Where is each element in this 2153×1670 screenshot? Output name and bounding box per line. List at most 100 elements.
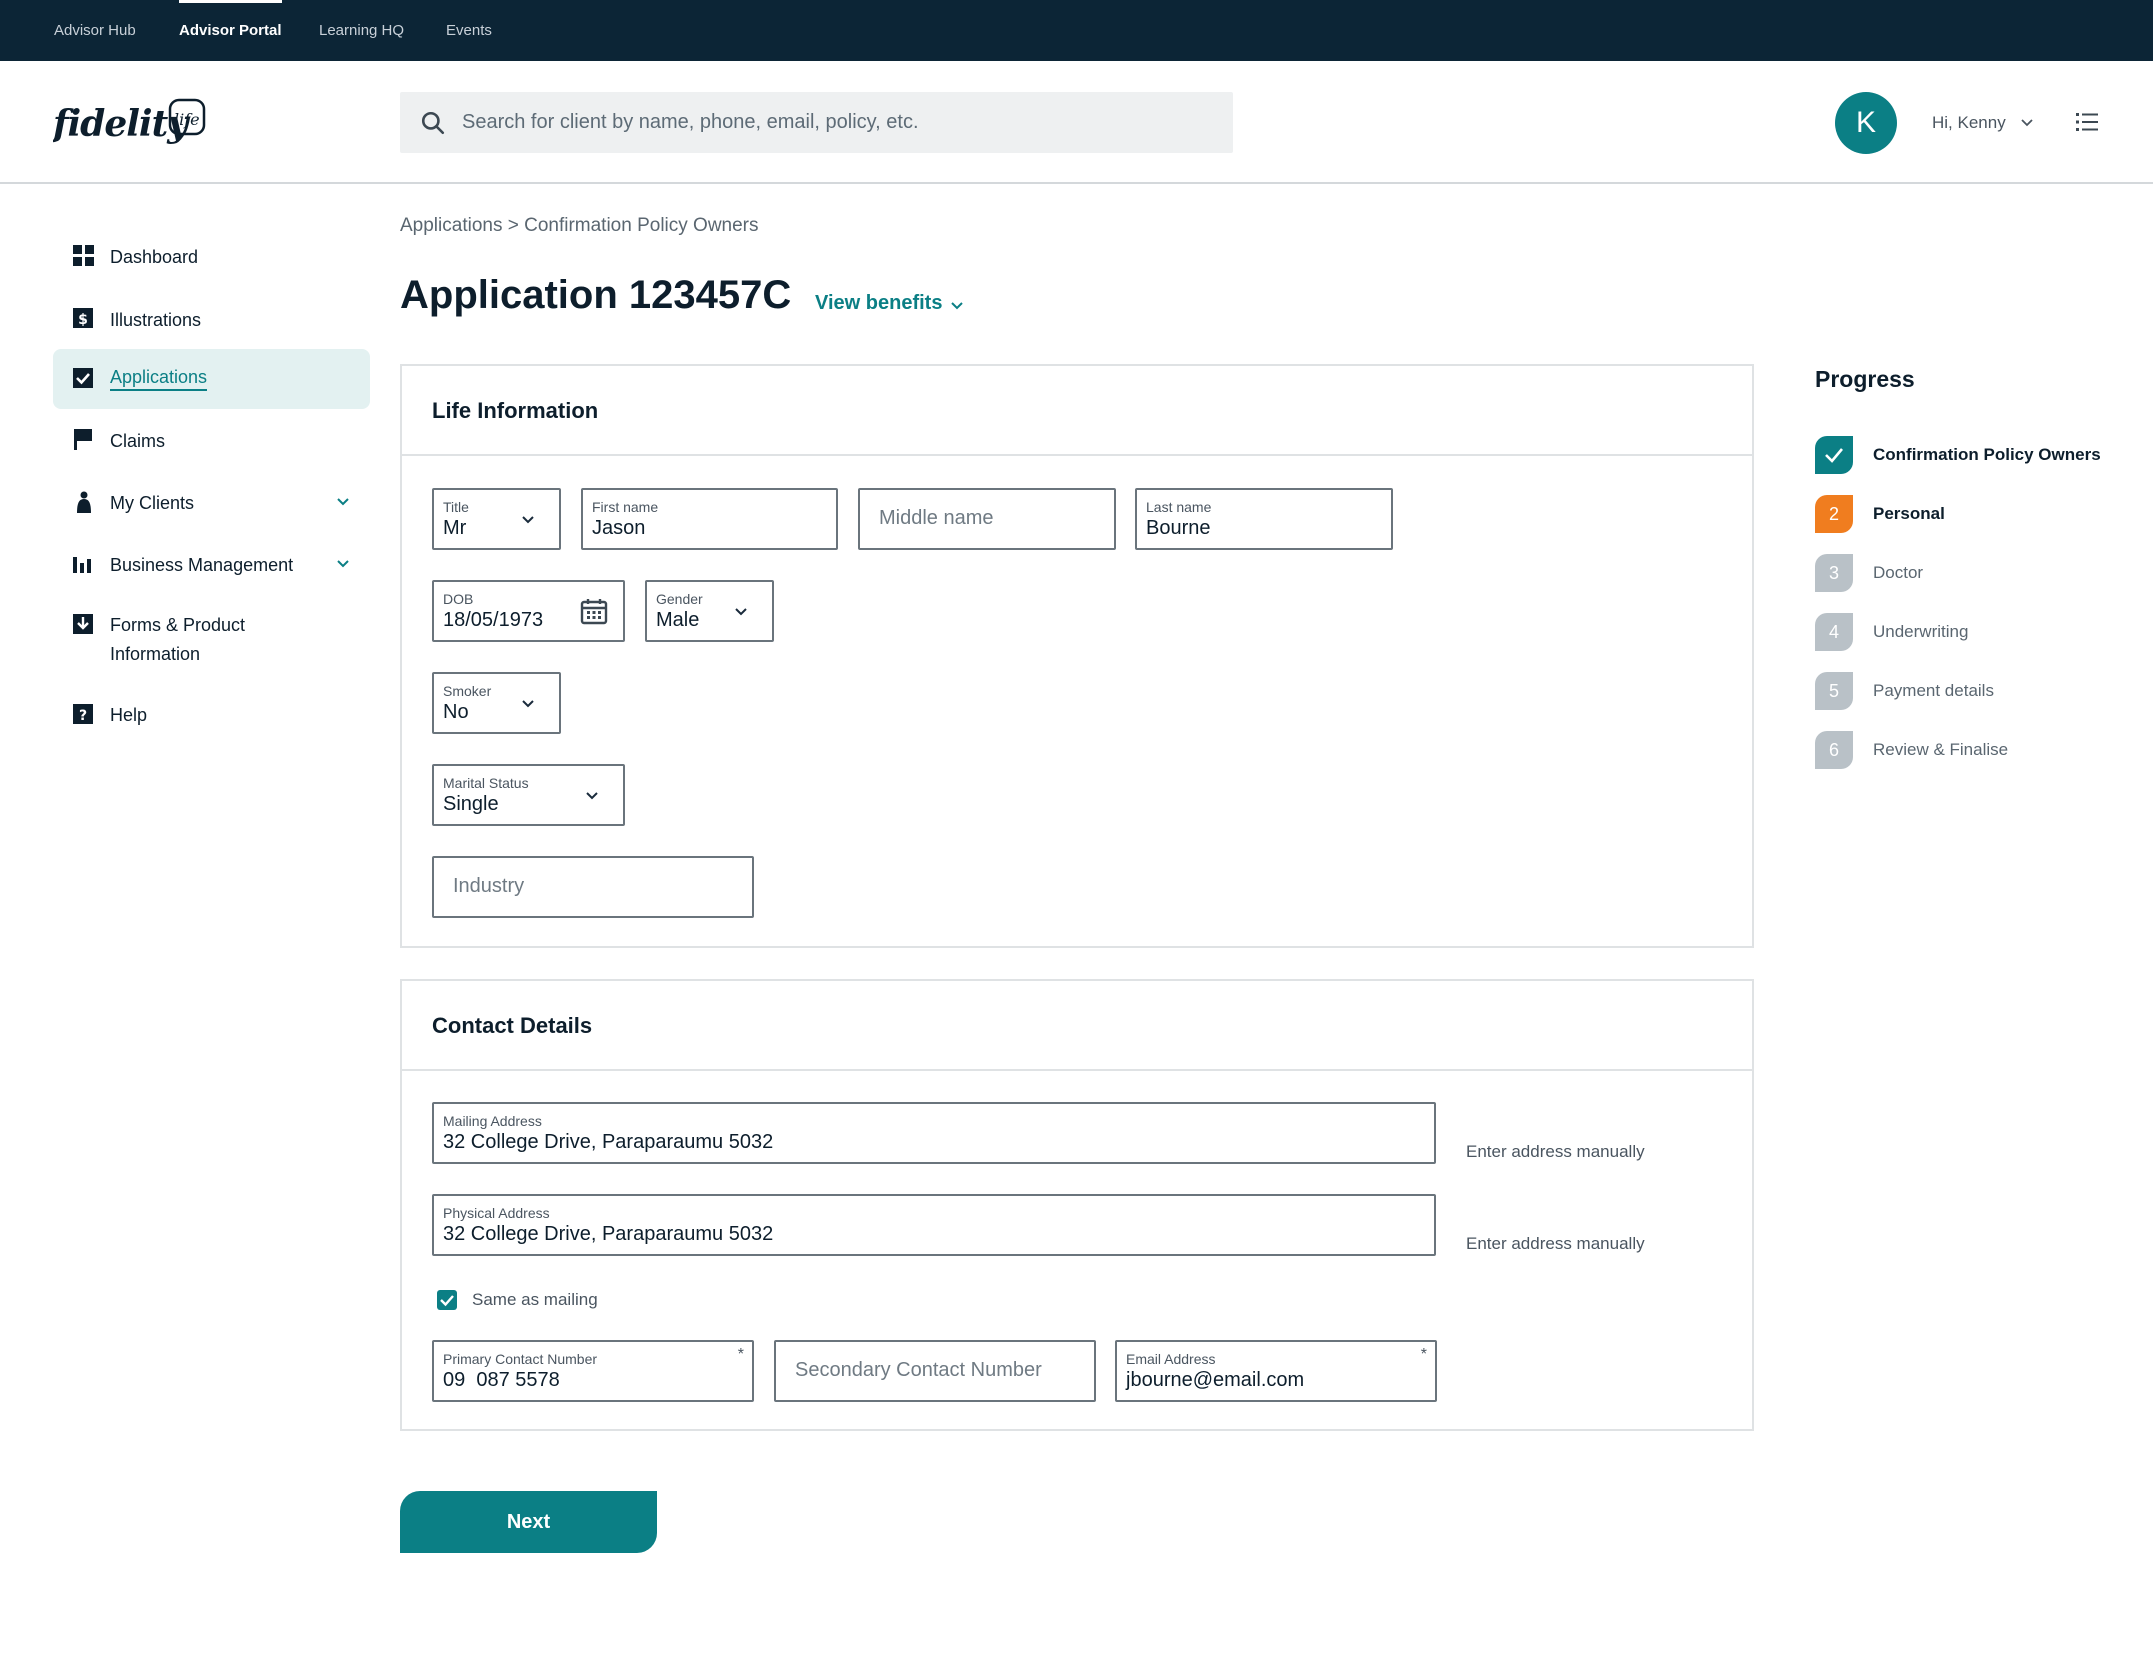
field-label: Gender xyxy=(656,591,703,607)
progress-step-underwriting[interactable]: 4 Underwriting xyxy=(1815,613,2135,653)
sidebar-item-label: My Clients xyxy=(110,493,195,513)
progress-step-payment-details[interactable]: 5 Payment details xyxy=(1815,672,2135,712)
email-address-field[interactable]: Email Address jbourne@email.com * xyxy=(1115,1340,1437,1402)
field-value: 32 College Drive, Paraparaumu 5032 xyxy=(443,1131,774,1153)
flag-icon xyxy=(74,429,92,450)
sidebar-item-dashboard[interactable]: Dashboard xyxy=(53,230,370,290)
person-icon xyxy=(77,491,91,513)
step-badge: 3 xyxy=(1815,554,1853,592)
same-as-mailing-label[interactable]: Same as mailing xyxy=(472,1290,598,1310)
menu-list-icon[interactable] xyxy=(2075,110,2099,134)
gender-select[interactable]: Gender Male xyxy=(645,580,774,642)
tab-learning-hq[interactable]: Learning HQ xyxy=(319,0,404,61)
top-nav: Advisor Hub Advisor Portal Learning HQ E… xyxy=(0,0,2153,61)
sidebar-item-applications[interactable]: Applications xyxy=(53,349,370,409)
field-label: Mailing Address xyxy=(443,1113,542,1129)
secondary-contact-number-field[interactable]: Secondary Contact Number xyxy=(774,1340,1096,1402)
breadcrumb[interactable]: Applications > Confirmation Policy Owner… xyxy=(400,215,759,237)
industry-field[interactable]: Industry xyxy=(432,856,754,918)
sidebar-item-illustrations[interactable]: $ Illustrations xyxy=(53,291,370,351)
sidebar-item-label: Forms & Product xyxy=(110,615,246,635)
chevron-down-icon[interactable] xyxy=(336,557,350,571)
field-label: Email Address xyxy=(1126,1351,1216,1367)
calendar-icon[interactable] xyxy=(580,597,608,625)
sidebar-item-label: Help xyxy=(110,705,148,725)
field-value: Single xyxy=(443,793,499,815)
smoker-select[interactable]: Smoker No xyxy=(432,672,561,734)
dob-field[interactable]: DOB 18/05/1973 xyxy=(432,580,625,642)
step-label: Doctor xyxy=(1873,563,1924,582)
step-label: Confirmation Policy Owners xyxy=(1873,445,2101,464)
primary-contact-number-field[interactable]: Primary Contact Number 09 087 5578 * xyxy=(432,1340,754,1402)
sidebar-item-forms-product-information[interactable]: Forms & Product Information xyxy=(53,596,370,676)
step-label: Payment details xyxy=(1873,681,1994,700)
title-select[interactable]: Title Mr xyxy=(432,488,561,550)
field-value: Mr xyxy=(443,517,467,539)
sidebar-item-claims[interactable]: Claims xyxy=(53,411,370,471)
field-value: 09 087 5578 xyxy=(443,1369,560,1391)
sidebar-item-label: Claims xyxy=(110,431,166,451)
tab-advisor-hub[interactable]: Advisor Hub xyxy=(54,0,136,61)
same-as-mailing-checkbox[interactable] xyxy=(437,1290,457,1310)
sidebar-item-business-management[interactable]: Business Management xyxy=(53,535,370,595)
field-label: DOB xyxy=(443,591,474,607)
check-icon xyxy=(1825,448,1843,463)
field-label: Title xyxy=(443,499,469,515)
search-input[interactable] xyxy=(462,92,1212,153)
middle-name-field[interactable]: Middle name xyxy=(858,488,1116,550)
field-label: Smoker xyxy=(443,683,492,699)
tab-advisor-portal[interactable]: Advisor Portal xyxy=(179,0,282,61)
field-label: First name xyxy=(592,499,659,515)
physical-address-field[interactable]: Physical Address 32 College Drive, Parap… xyxy=(432,1194,1436,1256)
avatar[interactable]: K xyxy=(1835,92,1897,154)
sidebar-item-help[interactable]: ? Help xyxy=(53,692,370,752)
contact-details-card: Contact Details Mailing Address 32 Colle… xyxy=(400,979,1754,1431)
card-title: Contact Details xyxy=(432,1013,593,1038)
chevron-down-icon xyxy=(586,792,598,800)
dashboard-icon xyxy=(73,245,94,266)
user-greeting[interactable]: Hi, Kenny xyxy=(1932,113,2006,133)
required-marker: * xyxy=(1420,1346,1427,1363)
svg-text:$: $ xyxy=(78,312,88,328)
step-label: Review & Finalise xyxy=(1873,740,2009,759)
chevron-down-icon xyxy=(522,516,534,524)
enter-address-manually-link[interactable]: Enter address manually xyxy=(1466,1142,1645,1162)
view-benefits-link[interactable]: View benefits xyxy=(815,292,942,315)
card-header: Contact Details xyxy=(402,981,1752,1071)
client-search xyxy=(400,92,1233,153)
next-button[interactable]: Next xyxy=(400,1491,657,1553)
first-name-field[interactable]: First name Jason xyxy=(581,488,838,550)
step-badge: 6 xyxy=(1815,731,1853,769)
step-label: Underwriting xyxy=(1873,622,1969,641)
step-label: Personal xyxy=(1873,504,1945,523)
checkbox-icon xyxy=(73,368,93,388)
enter-address-manually-link[interactable]: Enter address manually xyxy=(1466,1234,1645,1254)
field-value: 18/05/1973 xyxy=(443,609,544,631)
progress-step-doctor[interactable]: 3 Doctor xyxy=(1815,554,2135,594)
header: fidelity life K Hi, Kenny xyxy=(0,61,2153,184)
sidebar-item-label: Business Management xyxy=(110,555,294,575)
progress-step-confirmation-policy-owners[interactable]: Confirmation Policy Owners xyxy=(1815,436,2135,476)
sidebar-item-my-clients[interactable]: My Clients xyxy=(53,473,370,533)
chevron-down-icon xyxy=(735,608,747,616)
step-badge: 4 xyxy=(1815,613,1853,651)
chevron-down-icon[interactable] xyxy=(950,299,964,313)
bar-chart-icon xyxy=(73,557,91,573)
chevron-down-icon[interactable] xyxy=(336,495,350,509)
field-placeholder: Middle name xyxy=(879,507,994,529)
chevron-down-icon[interactable] xyxy=(2020,116,2034,130)
tab-events[interactable]: Events xyxy=(446,0,492,61)
progress-step-personal[interactable]: 2 Personal xyxy=(1815,495,2135,535)
field-label: Primary Contact Number xyxy=(443,1351,598,1367)
required-marker: * xyxy=(737,1346,744,1363)
life-information-card: Life Information Title Mr First name Jas… xyxy=(400,364,1754,948)
last-name-field[interactable]: Last name Bourne xyxy=(1135,488,1393,550)
card-header: Life Information xyxy=(402,366,1752,456)
step-badge: 5 xyxy=(1815,672,1853,710)
dollar-icon: $ xyxy=(73,308,93,328)
progress-step-review-finalise[interactable]: 6 Review & Finalise xyxy=(1815,731,2135,771)
mailing-address-field[interactable]: Mailing Address 32 College Drive, Parapa… xyxy=(432,1102,1436,1164)
svg-text:?: ? xyxy=(79,708,87,724)
fidelity-life-logo[interactable]: fidelity life xyxy=(53,94,213,154)
marital-status-select[interactable]: Marital Status Single xyxy=(432,764,625,826)
